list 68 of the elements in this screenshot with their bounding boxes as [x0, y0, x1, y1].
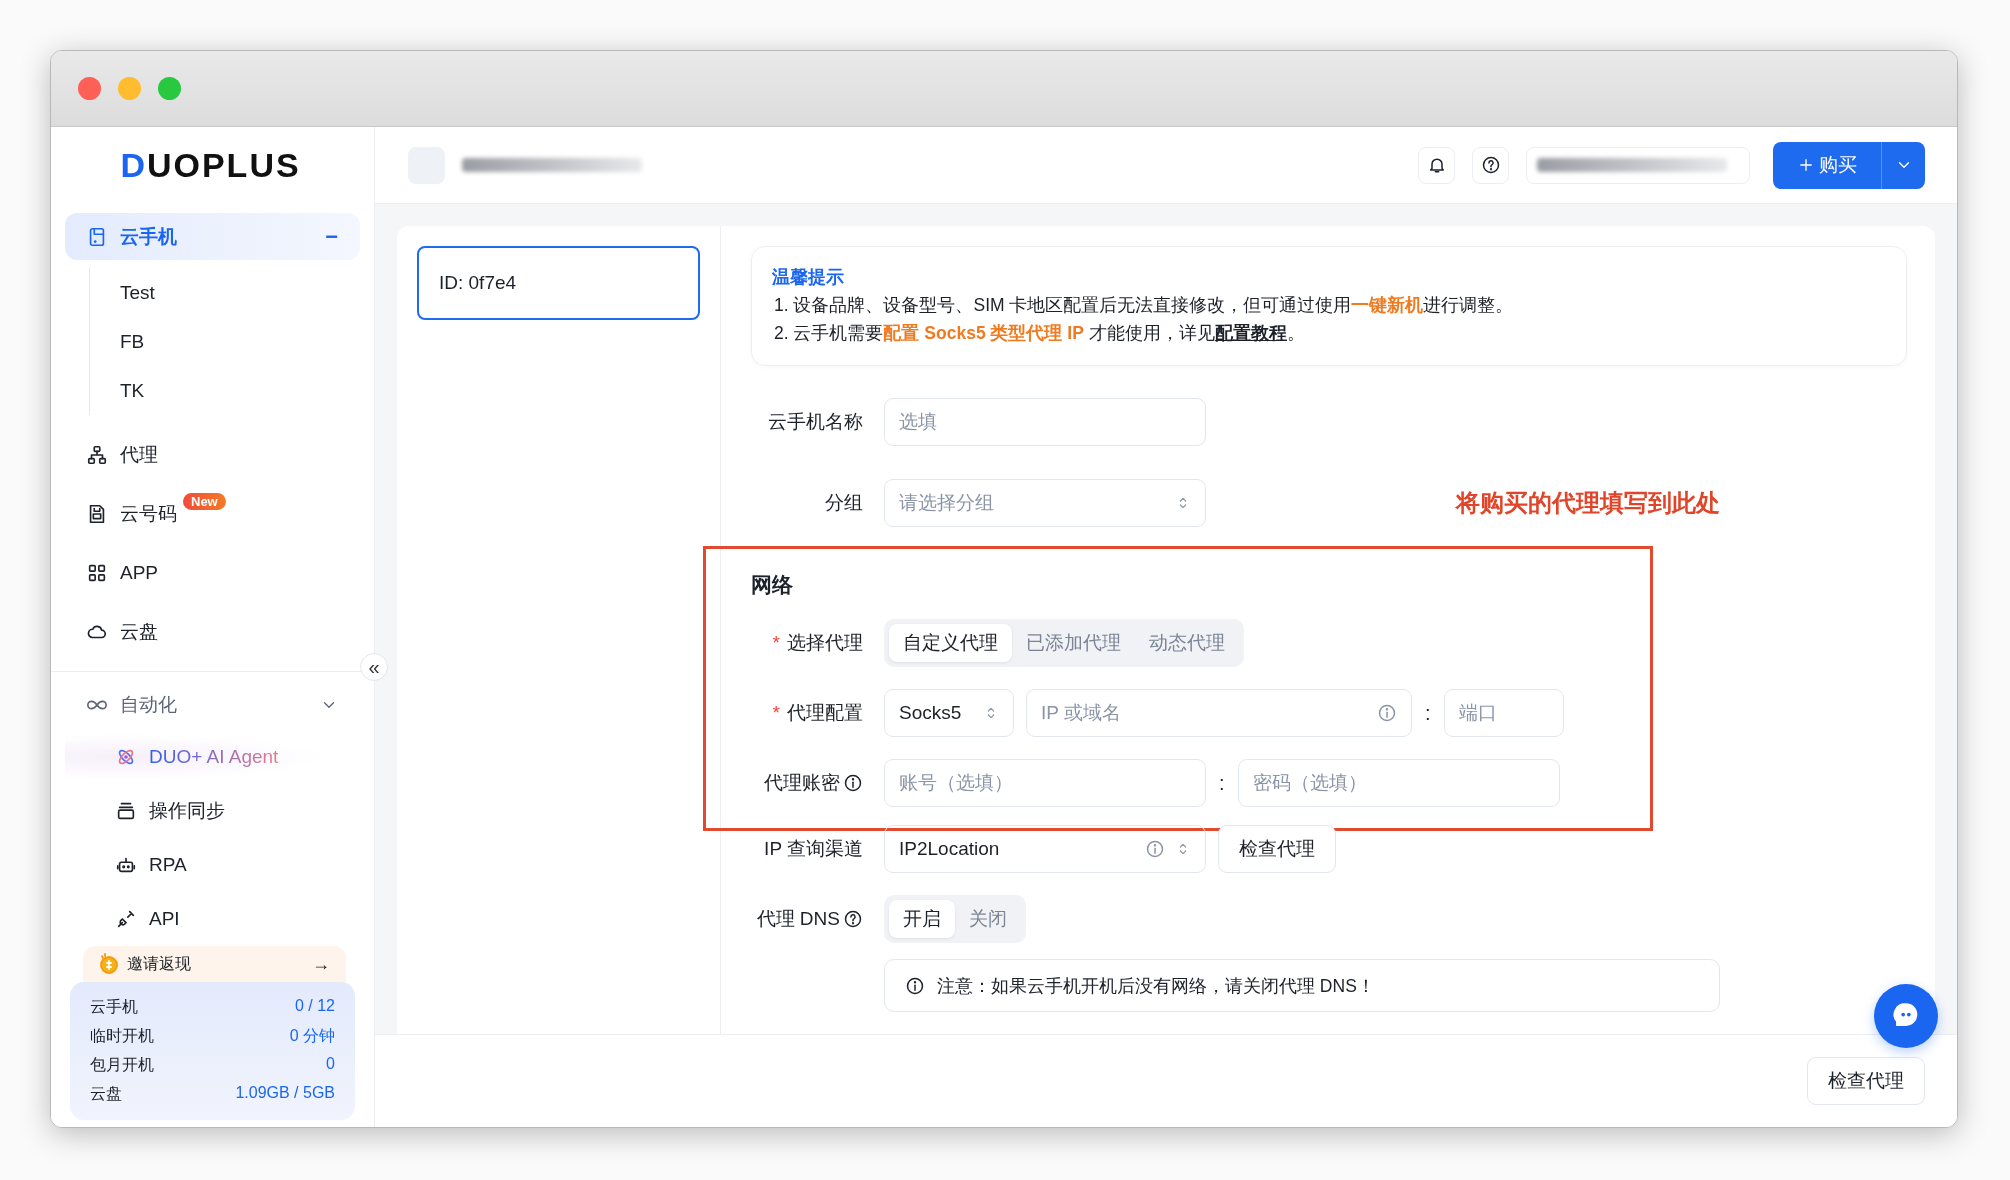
protocol-select[interactable]: Socks5: [884, 689, 1014, 737]
check-proxy-button[interactable]: 检查代理: [1218, 825, 1336, 873]
nav-subitem[interactable]: TK: [120, 366, 360, 415]
info-icon: [843, 773, 863, 793]
plus-icon: [1797, 156, 1815, 174]
help-icon: [1480, 155, 1501, 175]
field-label: 分组: [825, 491, 863, 515]
nav-item[interactable]: 云手机 −: [65, 213, 360, 260]
section-title: 网络: [751, 572, 794, 598]
nav-subitem[interactable]: API: [65, 892, 360, 946]
usage-label: 临时开机: [90, 1026, 154, 1046]
usage-value: 0: [326, 1055, 335, 1074]
field-label: IP 查询渠道: [764, 837, 863, 861]
arrow-icon: →: [312, 953, 330, 975]
field-label: 云手机名称: [768, 410, 863, 434]
field-label: 代理配置: [787, 701, 863, 725]
nav-item[interactable]: 自动化: [65, 680, 360, 730]
check-proxy-button[interactable]: 检查代理: [1807, 1057, 1925, 1105]
info-icon: [1145, 839, 1165, 859]
stack-icon: [115, 800, 137, 822]
separator: :: [1425, 701, 1431, 725]
segment-tab[interactable]: 自定义代理: [889, 624, 1012, 662]
new-badge: New: [183, 492, 226, 510]
field-label: 代理账密: [764, 771, 840, 795]
usage-value: 1.09GB / 5GB: [235, 1084, 335, 1103]
nav-item[interactable]: 云号码 New: [65, 490, 360, 538]
lookup-select[interactable]: IP2Location: [884, 825, 1206, 873]
collapse-sidebar-button[interactable]: «: [360, 653, 388, 681]
field-label: 选择代理: [787, 631, 863, 655]
device-card[interactable]: ID: 0f7e4: [417, 246, 700, 320]
nav-subitem[interactable]: RPA: [65, 838, 360, 892]
notifications-button[interactable]: [1418, 146, 1455, 184]
required-mark: *: [772, 702, 780, 724]
invite-label: 邀请返现: [127, 953, 192, 974]
warning-text: 注意：如果云手机开机后没有网络，请关闭代理 DNS！: [937, 974, 1375, 998]
invite-banner[interactable]: 邀请返现 →: [83, 946, 346, 982]
annotation-text: 将购买的代理填写到此处: [1456, 488, 1720, 518]
tips-line: 1. 设备品牌、设备型号、SIM 卡地区配置后无法直接修改，但可通过使用一键新机进行调整。: [773, 294, 1515, 317]
nav-item[interactable]: 云盘: [65, 608, 360, 656]
required-mark: *: [772, 632, 780, 654]
info-icon: [1377, 703, 1397, 723]
usage-value: 0 / 12: [294, 997, 335, 1016]
usage-value: 0 分钟: [289, 1026, 335, 1046]
tips-line: 2. 云手机需要配置 Socks5 类型代理 IP 才能使用，详见配置教程。: [773, 322, 1306, 345]
nav-subitem[interactable]: Test: [120, 268, 360, 317]
help-icon: [843, 909, 863, 929]
tips-title: 温馨提示: [772, 266, 845, 289]
nav-item[interactable]: 代理: [65, 431, 360, 479]
help-button[interactable]: [1472, 146, 1509, 184]
tutorial-link[interactable]: 配置教程: [1214, 323, 1287, 343]
usage-label: 云手机: [90, 997, 138, 1017]
nav-subitem[interactable]: FB: [120, 317, 360, 366]
coin-icon: [97, 952, 121, 976]
usage-label: 包月开机: [90, 1055, 154, 1075]
buy-button[interactable]: 购买: [1773, 141, 1882, 189]
nav-subitem[interactable]: 操作同步: [65, 784, 360, 838]
nav-item[interactable]: APP: [65, 549, 360, 597]
collapse-toggle[interactable]: −: [325, 223, 338, 250]
network-icon: [86, 444, 108, 466]
buy-options-button[interactable]: [1882, 141, 1925, 189]
usage-label: 云盘: [90, 1084, 122, 1104]
logo[interactable]: DUOPLUS: [120, 143, 301, 187]
separator: :: [1219, 771, 1225, 795]
close-button[interactable]: [78, 77, 101, 100]
field-label: 代理 DNS: [756, 907, 840, 931]
grid-icon: [86, 562, 108, 584]
segment-tab[interactable]: 开启: [889, 900, 955, 938]
info-icon: [905, 975, 925, 996]
